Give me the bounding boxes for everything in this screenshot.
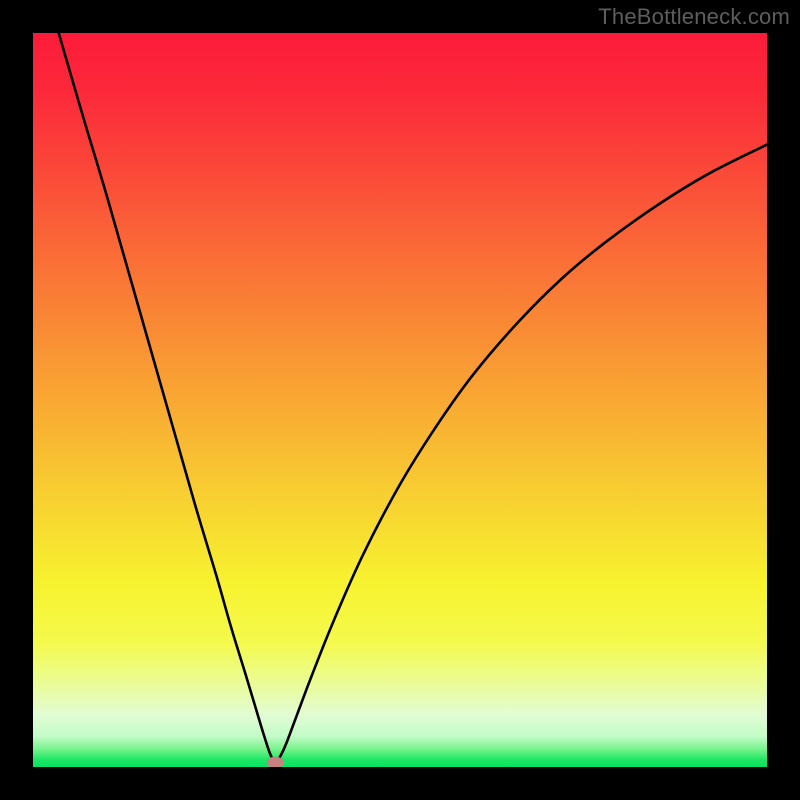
bottleneck-chart xyxy=(33,33,767,767)
watermark-text: TheBottleneck.com xyxy=(598,4,790,30)
chart-frame: TheBottleneck.com xyxy=(0,0,800,800)
gradient-background xyxy=(33,33,767,767)
